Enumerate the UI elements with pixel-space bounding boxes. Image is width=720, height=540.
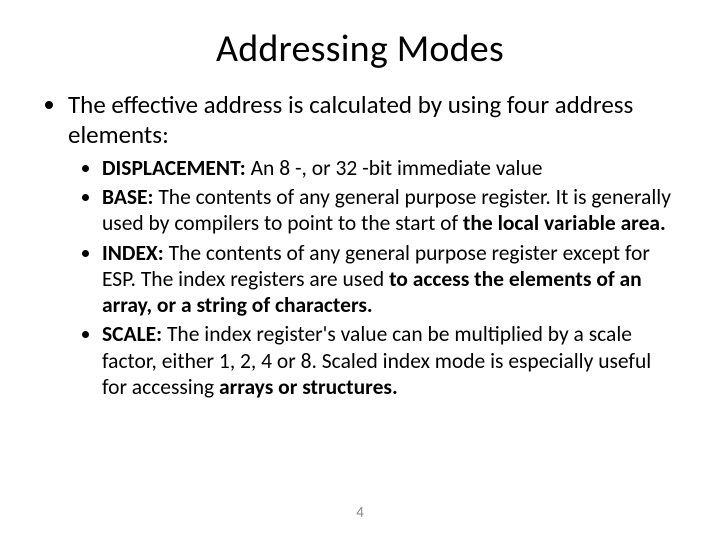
item-text: An 8 -, or 32 -bit immediate value [246,155,543,181]
item-label: DISPLACEMENT: [102,155,246,181]
page-number: 4 [0,504,720,522]
page-title: Addressing Modes [40,26,680,72]
item-label: BASE: [102,184,153,210]
item-label: INDEX: [102,240,164,266]
bullet-list-level1: The effective address is calculated by u… [40,90,680,400]
bullet-list-level2: DISPLACEMENT: An 8 -, or 32 -bit immedia… [68,155,680,400]
list-item: INDEX: The contents of any general purpo… [102,240,680,319]
list-item: SCALE: The index register's value can be… [102,321,680,400]
list-item: BASE: The contents of any general purpos… [102,184,680,236]
item-label: SCALE: [102,321,162,347]
list-item: DISPLACEMENT: An 8 -, or 32 -bit immedia… [102,155,680,181]
intro-text: The effective address is calculated by u… [68,89,633,150]
intro-bullet: The effective address is calculated by u… [68,90,680,400]
slide: Addressing Modes The effective address i… [0,0,720,540]
item-bold-tail: the local variable area. [463,210,666,236]
item-bold-tail: arrays or structures. [219,374,398,400]
